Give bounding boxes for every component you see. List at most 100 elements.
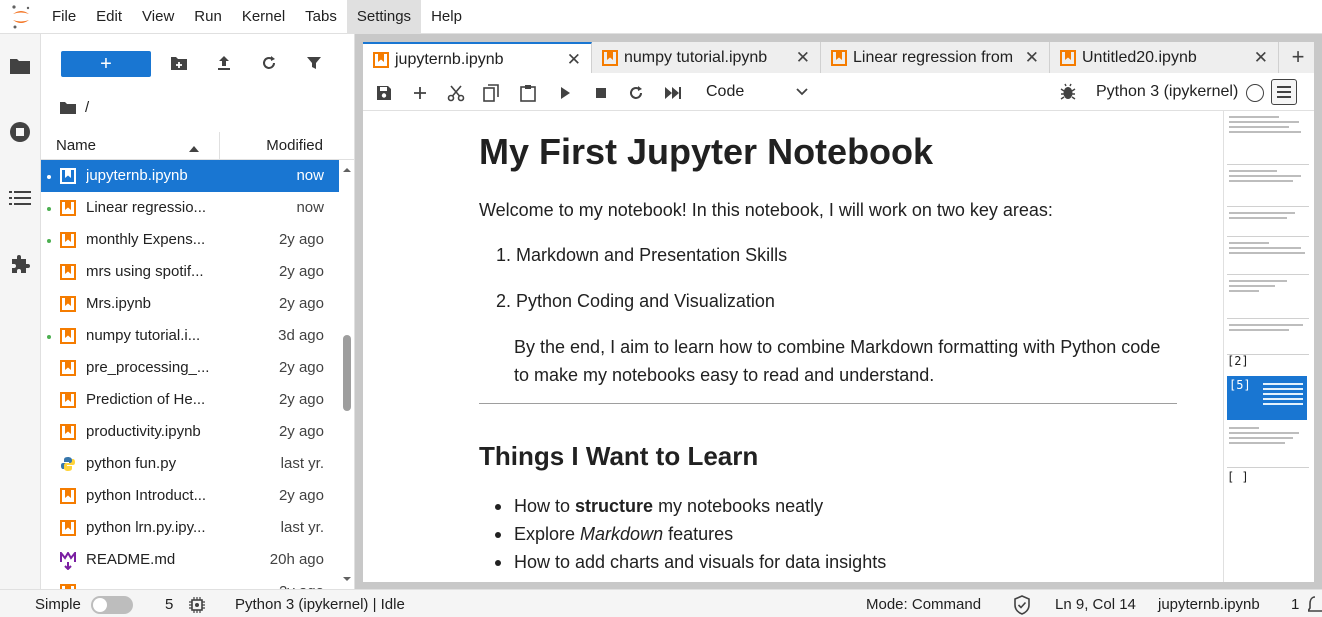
kernel-status-text[interactable]: Python 3 (ipykernel) | Idle xyxy=(235,596,405,613)
folder-icon[interactable] xyxy=(8,54,32,78)
restart-run-all-icon[interactable] xyxy=(662,82,684,104)
cut-icon[interactable] xyxy=(445,82,467,104)
run-cell-icon[interactable] xyxy=(554,82,576,104)
menu-kernel[interactable]: Kernel xyxy=(232,0,295,34)
file-row[interactable]: jupyternb.ipynb now xyxy=(41,160,339,192)
file-row[interactable]: python Introduct... 2y ago xyxy=(41,480,339,512)
file-row[interactable]: python lrn.py.ipy... last yr. xyxy=(41,512,339,544)
file-row[interactable]: productivity.ipynb 2y ago xyxy=(41,416,339,448)
file-row[interactable]: mrs using spotif... 2y ago xyxy=(41,256,339,288)
file-row[interactable]: pre_processing_... 2y ago xyxy=(41,352,339,384)
refresh-icon[interactable] xyxy=(258,52,280,74)
menu-help[interactable]: Help xyxy=(421,0,472,34)
column-name[interactable]: Name xyxy=(56,137,96,154)
add-tab-icon[interactable]: + xyxy=(1282,42,1314,73)
table-of-contents-icon[interactable] xyxy=(8,186,32,210)
notification-bell-icon[interactable] xyxy=(1306,595,1322,617)
file-name: jupyternb.ipynb xyxy=(86,167,188,184)
kernel-gear-icon[interactable] xyxy=(188,596,206,617)
restart-kernel-icon[interactable] xyxy=(625,82,647,104)
file-modified: 2y ago xyxy=(278,423,324,440)
menu-run[interactable]: Run xyxy=(184,0,232,34)
extensions-icon[interactable] xyxy=(8,252,32,276)
notebook-tab[interactable]: Untitled20.ipynb ✕ xyxy=(1050,42,1279,73)
scrollbar-thumb[interactable] xyxy=(343,335,351,411)
minimap-cell[interactable] xyxy=(1227,321,1309,355)
file-row[interactable]: Linear regressio... now xyxy=(41,192,339,224)
scroll-down-icon xyxy=(343,577,351,581)
paste-icon[interactable] xyxy=(517,82,539,104)
minimap-cell[interactable] xyxy=(1227,209,1309,237)
current-file[interactable]: jupyternb.ipynb xyxy=(1158,596,1260,613)
file-row[interactable]: README.md 20h ago xyxy=(41,544,339,576)
new-folder-icon[interactable] xyxy=(168,52,190,74)
menu-view[interactable]: View xyxy=(132,0,184,34)
file-row[interactable]: Mrs.ipynb 2y ago xyxy=(41,288,339,320)
notification-count[interactable]: 1 xyxy=(1291,596,1299,613)
kernel-name[interactable]: Python 3 (ipykernel) xyxy=(1096,83,1238,101)
notebook-tab[interactable]: Linear regression from ✕ xyxy=(821,42,1050,73)
notebook-mode[interactable]: Mode: Command xyxy=(866,596,981,613)
minimap-prompt: [2] xyxy=(1227,354,1249,368)
column-modified[interactable]: Modified xyxy=(266,137,323,154)
close-tab-icon[interactable]: ✕ xyxy=(1025,48,1039,68)
file-list-scrollbar[interactable] xyxy=(341,160,353,589)
cursor-position[interactable]: Ln 9, Col 14 xyxy=(1055,596,1136,613)
menu-file[interactable]: File xyxy=(42,0,86,34)
file-modified: 2y ago xyxy=(278,263,324,280)
bullet-list-item: Explore Markdown features xyxy=(495,524,733,545)
file-row[interactable]: monthly Expens... 2y ago xyxy=(41,224,339,256)
ordered-list-item: 1. Markdown and Presentation Skills xyxy=(496,245,788,265)
copy-icon[interactable] xyxy=(480,82,502,104)
notebook-content[interactable]: My First Jupyter Notebook Welcome to my … xyxy=(363,111,1223,582)
file-row[interactable]: numpy tutorial.i... 3d ago xyxy=(41,320,339,352)
scroll-up-icon xyxy=(343,168,351,172)
notebook-icon xyxy=(60,232,76,248)
filter-icon[interactable] xyxy=(303,52,325,74)
simple-mode-toggle[interactable] xyxy=(91,596,133,614)
file-row[interactable]: python fun.py last yr. xyxy=(41,448,339,480)
menu-edit[interactable]: Edit xyxy=(86,0,132,34)
notebook-tab[interactable]: jupyternb.ipynb ✕ xyxy=(363,42,592,73)
home-folder-icon[interactable] xyxy=(59,99,77,116)
file-modified: 2y ago xyxy=(278,295,324,312)
minimap-cell[interactable] xyxy=(1227,424,1309,468)
save-icon[interactable] xyxy=(373,82,395,104)
upload-icon[interactable] xyxy=(213,52,235,74)
menu-settings[interactable]: Settings xyxy=(346,0,422,34)
notebook-icon xyxy=(60,264,76,280)
minimap-cell[interactable] xyxy=(1227,113,1309,165)
shield-icon[interactable] xyxy=(1013,595,1031,617)
property-inspector-icon[interactable] xyxy=(1271,79,1297,105)
new-launcher-button[interactable]: + xyxy=(61,51,151,77)
notebook-minimap[interactable]: [2] [5] [ ] xyxy=(1223,111,1314,582)
running-indicator-icon xyxy=(47,335,51,339)
file-name: pre_processing_... xyxy=(86,359,210,376)
debugger-bug-icon[interactable] xyxy=(1060,83,1076,104)
insert-cell-icon[interactable] xyxy=(409,82,431,104)
file-row[interactable]: Prediction of He... 2y ago xyxy=(41,384,339,416)
minimap-cell[interactable] xyxy=(1227,277,1309,319)
file-modified: last yr. xyxy=(280,455,324,472)
cell-type-select[interactable]: Code xyxy=(706,83,744,101)
menu-tabs[interactable]: Tabs xyxy=(295,0,347,34)
breadcrumb-root[interactable]: / xyxy=(85,99,89,116)
file-name: numpy tutorial.i... xyxy=(86,327,201,344)
minimap-cell[interactable] xyxy=(1227,167,1309,207)
terminal-count[interactable]: 5 xyxy=(165,596,173,613)
running-sessions-icon[interactable] xyxy=(8,120,32,144)
file-name: monthly Expens... xyxy=(86,231,206,248)
running-indicator-icon xyxy=(47,207,51,211)
minimap-cell[interactable] xyxy=(1227,239,1309,275)
close-tab-icon[interactable]: ✕ xyxy=(796,48,810,68)
interrupt-kernel-icon[interactable] xyxy=(590,82,612,104)
minimap-selected-cell[interactable]: [5] xyxy=(1227,376,1307,420)
column-divider[interactable] xyxy=(219,132,220,160)
file-row[interactable]: ...2y ago xyxy=(41,576,339,589)
close-tab-icon[interactable]: ✕ xyxy=(1254,48,1268,68)
chevron-down-icon[interactable] xyxy=(795,84,809,101)
notebook-icon xyxy=(60,424,76,440)
tab-label: numpy tutorial.ipynb xyxy=(624,49,768,66)
notebook-tab[interactable]: numpy tutorial.ipynb ✕ xyxy=(592,42,821,73)
close-tab-icon[interactable]: ✕ xyxy=(567,50,581,70)
